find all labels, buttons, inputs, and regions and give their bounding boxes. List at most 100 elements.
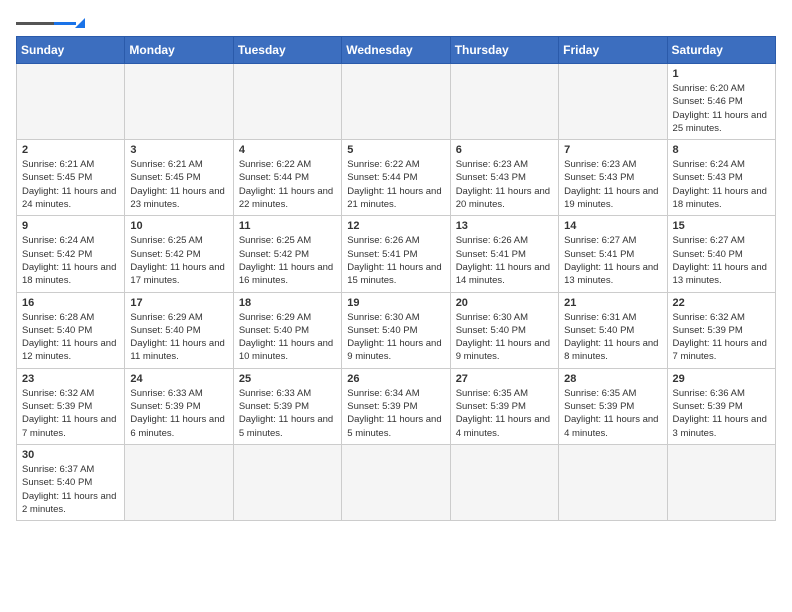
day-info: Sunrise: 6:33 AMSunset: 5:39 PMDaylight:…	[130, 387, 227, 440]
calendar-cell-26: 26Sunrise: 6:34 AMSunset: 5:39 PMDayligh…	[342, 368, 450, 444]
calendar-cell-20: 20Sunrise: 6:30 AMSunset: 5:40 PMDayligh…	[450, 292, 558, 368]
day-number: 12	[347, 220, 444, 232]
weekday-header-monday: Monday	[125, 37, 233, 64]
calendar-cell-empty-41	[667, 444, 775, 520]
day-info: Sunrise: 6:27 AMSunset: 5:41 PMDaylight:…	[564, 234, 661, 287]
day-info: Sunrise: 6:35 AMSunset: 5:39 PMDaylight:…	[564, 387, 661, 440]
calendar-cell-13: 13 Sunrise: 6:26 AMSunset: 5:41 PMDayligh…	[450, 216, 558, 292]
calendar-cell-6: 6Sunrise: 6:23 AMSunset: 5:43 PMDaylight…	[450, 140, 558, 216]
calendar-cell-10: 10Sunrise: 6:25 AMSunset: 5:42 PMDayligh…	[125, 216, 233, 292]
day-info: Sunrise: 6:31 AMSunset: 5:40 PMDaylight:…	[564, 311, 661, 364]
day-number: 14	[564, 220, 661, 232]
day-info: Sunrise: 6:26 AMSunset: 5:41 PMDaylight:…	[456, 234, 553, 287]
header	[16, 16, 776, 28]
calendar-cell-empty-0	[17, 64, 125, 140]
day-info: Sunrise: 6:21 AMSunset: 5:45 PMDaylight:…	[130, 158, 227, 211]
day-info: Sunrise: 6:29 AMSunset: 5:40 PMDaylight:…	[130, 311, 227, 364]
calendar-row-1: 2 Sunrise: 6:21 AMSunset: 5:45 PMDaylight…	[17, 140, 776, 216]
day-info: Sunrise: 6:23 AMSunset: 5:43 PMDaylight:…	[564, 158, 661, 211]
calendar-cell-2: 2 Sunrise: 6:21 AMSunset: 5:45 PMDaylight…	[17, 140, 125, 216]
calendar-cell-3: 3 Sunrise: 6:21 AMSunset: 5:45 PMDaylight…	[125, 140, 233, 216]
calendar-cell-21: 21Sunrise: 6:31 AMSunset: 5:40 PMDayligh…	[559, 292, 667, 368]
calendar-cell-23: 23Sunrise: 6:32 AMSunset: 5:39 PMDayligh…	[17, 368, 125, 444]
calendar-cell-14: 14 Sunrise: 6:27 AMSunset: 5:41 PMDayligh…	[559, 216, 667, 292]
day-number: 5	[347, 144, 444, 156]
calendar-cell-11: 11 Sunrise: 6:25 AMSunset: 5:42 PMDayligh…	[233, 216, 341, 292]
day-number: 3	[130, 144, 227, 156]
calendar-cell-empty-2	[233, 64, 341, 140]
day-info: Sunrise: 6:28 AMSunset: 5:40 PMDaylight:…	[22, 311, 119, 364]
weekday-header-wednesday: Wednesday	[342, 37, 450, 64]
day-info: Sunrise: 6:27 AMSunset: 5:40 PMDaylight:…	[673, 234, 770, 287]
calendar-cell-empty-40	[559, 444, 667, 520]
calendar-cell-27: 27 Sunrise: 6:35 AMSunset: 5:39 PMDayligh…	[450, 368, 558, 444]
day-info: Sunrise: 6:33 AMSunset: 5:39 PMDaylight:…	[239, 387, 336, 440]
day-number: 26	[347, 373, 444, 385]
day-info: Sunrise: 6:35 AMSunset: 5:39 PMDaylight:…	[456, 387, 553, 440]
calendar: SundayMondayTuesdayWednesdayThursdayFrid…	[16, 36, 776, 521]
day-number: 9	[22, 220, 119, 232]
day-info: Sunrise: 6:20 AMSunset: 5:46 PMDaylight:…	[673, 82, 770, 135]
calendar-cell-30: 30 Sunrise: 6:37 AMSunset: 5:40 PMDayligh…	[17, 444, 125, 520]
day-number: 6	[456, 144, 553, 156]
day-number: 13	[456, 220, 553, 232]
day-number: 17	[130, 297, 227, 309]
day-info: Sunrise: 6:37 AMSunset: 5:40 PMDaylight:…	[22, 463, 119, 516]
day-info: Sunrise: 6:21 AMSunset: 5:45 PMDaylight:…	[22, 158, 119, 211]
calendar-cell-25: 25Sunrise: 6:33 AMSunset: 5:39 PMDayligh…	[233, 368, 341, 444]
day-number: 24	[130, 373, 227, 385]
weekday-header-row: SundayMondayTuesdayWednesdayThursdayFrid…	[17, 37, 776, 64]
calendar-cell-empty-39	[450, 444, 558, 520]
weekday-header-tuesday: Tuesday	[233, 37, 341, 64]
calendar-cell-16: 16 Sunrise: 6:28 AMSunset: 5:40 PMDayligh…	[17, 292, 125, 368]
day-info: Sunrise: 6:29 AMSunset: 5:40 PMDaylight:…	[239, 311, 336, 364]
day-number: 7	[564, 144, 661, 156]
calendar-cell-18: 18Sunrise: 6:29 AMSunset: 5:40 PMDayligh…	[233, 292, 341, 368]
day-info: Sunrise: 6:32 AMSunset: 5:39 PMDaylight:…	[673, 311, 770, 364]
day-number: 15	[673, 220, 770, 232]
calendar-cell-empty-1	[125, 64, 233, 140]
calendar-cell-29: 29 Sunrise: 6:36 AMSunset: 5:39 PMDayligh…	[667, 368, 775, 444]
day-number: 4	[239, 144, 336, 156]
calendar-cell-24: 24 Sunrise: 6:33 AMSunset: 5:39 PMDayligh…	[125, 368, 233, 444]
day-info: Sunrise: 6:22 AMSunset: 5:44 PMDaylight:…	[239, 158, 336, 211]
calendar-row-4: 23Sunrise: 6:32 AMSunset: 5:39 PMDayligh…	[17, 368, 776, 444]
weekday-header-friday: Friday	[559, 37, 667, 64]
calendar-cell-empty-3	[342, 64, 450, 140]
weekday-header-sunday: Sunday	[17, 37, 125, 64]
calendar-cell-28: 28Sunrise: 6:35 AMSunset: 5:39 PMDayligh…	[559, 368, 667, 444]
calendar-cell-empty-37	[233, 444, 341, 520]
day-number: 16	[22, 297, 119, 309]
weekday-header-saturday: Saturday	[667, 37, 775, 64]
calendar-row-3: 16 Sunrise: 6:28 AMSunset: 5:40 PMDayligh…	[17, 292, 776, 368]
day-number: 29	[673, 373, 770, 385]
day-number: 20	[456, 297, 553, 309]
day-number: 30	[22, 449, 119, 461]
day-info: Sunrise: 6:24 AMSunset: 5:43 PMDaylight:…	[673, 158, 770, 211]
day-number: 23	[22, 373, 119, 385]
day-number: 22	[673, 297, 770, 309]
calendar-cell-19: 19Sunrise: 6:30 AMSunset: 5:40 PMDayligh…	[342, 292, 450, 368]
day-number: 27	[456, 373, 553, 385]
calendar-row-0: 1 Sunrise: 6:20 AMSunset: 5:46 PMDaylight…	[17, 64, 776, 140]
calendar-cell-8: 8 Sunrise: 6:24 AMSunset: 5:43 PMDaylight…	[667, 140, 775, 216]
calendar-cell-7: 7 Sunrise: 6:23 AMSunset: 5:43 PMDaylight…	[559, 140, 667, 216]
day-number: 10	[130, 220, 227, 232]
calendar-cell-5: 5 Sunrise: 6:22 AMSunset: 5:44 PMDaylight…	[342, 140, 450, 216]
day-number: 1	[673, 68, 770, 80]
day-info: Sunrise: 6:26 AMSunset: 5:41 PMDaylight:…	[347, 234, 444, 287]
calendar-cell-22: 22 Sunrise: 6:32 AMSunset: 5:39 PMDayligh…	[667, 292, 775, 368]
calendar-row-2: 9Sunrise: 6:24 AMSunset: 5:42 PMDaylight…	[17, 216, 776, 292]
calendar-cell-empty-36	[125, 444, 233, 520]
day-info: Sunrise: 6:36 AMSunset: 5:39 PMDaylight:…	[673, 387, 770, 440]
day-number: 8	[673, 144, 770, 156]
weekday-header-thursday: Thursday	[450, 37, 558, 64]
day-info: Sunrise: 6:22 AMSunset: 5:44 PMDaylight:…	[347, 158, 444, 211]
day-number: 2	[22, 144, 119, 156]
day-info: Sunrise: 6:25 AMSunset: 5:42 PMDaylight:…	[239, 234, 336, 287]
day-info: Sunrise: 6:30 AMSunset: 5:40 PMDaylight:…	[347, 311, 444, 364]
calendar-cell-empty-4	[450, 64, 558, 140]
calendar-cell-empty-5	[559, 64, 667, 140]
calendar-cell-empty-38	[342, 444, 450, 520]
day-number: 11	[239, 220, 336, 232]
